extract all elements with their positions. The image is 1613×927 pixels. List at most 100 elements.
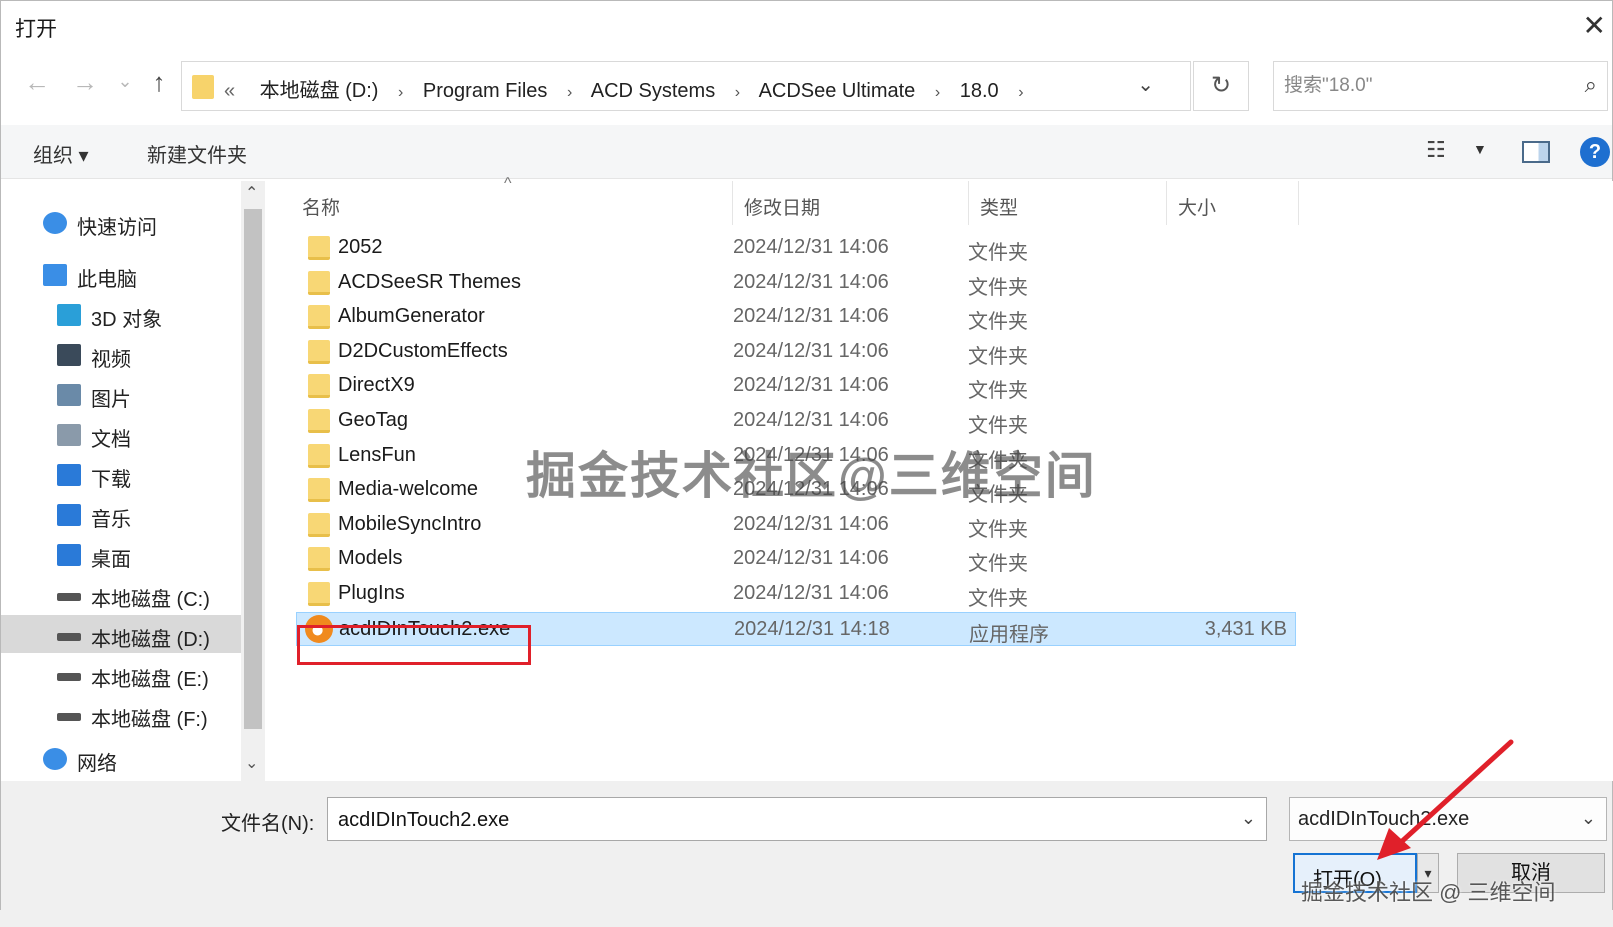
star-icon [43,212,67,234]
sidebar-item[interactable]: 下载 [1,455,241,493]
table-row[interactable]: DirectX9 2024/12/31 14:06 文件夹 [296,369,1296,403]
search-box[interactable]: ⌕ [1273,61,1608,111]
file-name: D2DCustomEffects [338,339,508,362]
sidebar-item[interactable]: 本地磁盘 (D:) [1,615,241,653]
sidebar-item[interactable]: 网络 [1,739,241,777]
breadcrumb-drive-d[interactable]: 本地磁盘 (D:) [260,80,379,102]
filename-combobox[interactable]: ⌄ [327,797,1267,841]
window-title: 打开 [15,18,57,41]
computer-icon [43,264,67,286]
column-header-modified[interactable]: 修改日期 [744,193,820,220]
column-divider[interactable] [1298,181,1299,225]
sidebar-item-label: 此电脑 [77,269,137,291]
chevron-down-icon[interactable]: ⌄ [1581,808,1596,829]
sidebar-item-label: 本地磁盘 (F:) [91,709,208,731]
drive-icon [57,713,81,721]
highlight-annotation-box [297,625,531,665]
file-modified-date: 2024/12/31 14:18 [734,617,890,640]
new-folder-button[interactable]: 新建文件夹 [147,139,247,168]
arrow-annotation-icon [1377,739,1514,860]
breadcrumb-separator[interactable]: › [935,84,940,101]
file-name: AlbumGenerator [338,305,485,328]
scroll-up-icon[interactable]: ⌃ [245,183,258,203]
file-size: 3,431 KB [1204,617,1287,640]
address-bar[interactable]: « › 本地磁盘 (D:) › Program Files › ACD Syst… [181,61,1191,111]
breadcrumb-overflow-icon[interactable]: « [224,80,235,102]
column-divider[interactable] [1166,181,1167,225]
table-row[interactable]: 2052 2024/12/31 14:06 文件夹 [296,231,1296,265]
sidebar-item-label: 本地磁盘 (D:) [91,629,210,651]
table-row[interactable]: MobileSyncIntro 2024/12/31 14:06 文件夹 [296,508,1296,542]
breadcrumb-18-0[interactable]: 18.0 [960,80,999,102]
recent-locations-icon[interactable]: ⌄ [107,71,143,92]
chevron-down-icon[interactable]: ⌄ [1137,72,1154,97]
navigation-pane: 快速访问此电脑 3D 对象视频图片文档 下载 音乐 桌面本地磁盘 (C:) 本地磁盘 (D… [1,181,266,781]
column-divider[interactable] [732,181,733,225]
sidebar-item[interactable]: 本地磁盘 (F:) [1,695,241,733]
scroll-thumb[interactable] [244,209,262,729]
sidebar-item-label: 视频 [91,349,131,371]
column-header-name[interactable]: 名称 [302,193,340,220]
nav-scrollbar[interactable]: ⌃ ⌄ [241,181,265,781]
view-dropdown-icon[interactable]: ▼ [1473,141,1487,157]
folder-icon [308,305,330,330]
file-name: Media-welcome [338,478,479,501]
sidebar-item-label: 图片 [91,389,131,411]
folder-icon [308,409,330,433]
breadcrumb-separator[interactable]: › [567,84,572,101]
back-icon[interactable]: ← [19,67,55,98]
file-type: 文件夹 [968,380,1028,403]
sidebar-item[interactable]: 此电脑 [1,255,241,293]
sidebar-item[interactable]: 本地磁盘 (C:) [1,575,241,613]
view-options-icon[interactable]: ☷ [1426,137,1446,163]
file-name: DirectX9 [338,374,415,397]
refresh-icon[interactable]: ↻ [1193,61,1249,111]
table-row[interactable]: PlugIns 2024/12/31 14:06 文件夹 [296,577,1296,611]
sidebar-item-label: 3D 对象 [91,309,163,331]
breadcrumb-acdsee-ultimate[interactable]: ACDSee Ultimate [759,80,916,102]
up-icon[interactable]: ↑ [141,67,177,98]
file-type: 文件夹 [968,415,1028,437]
breadcrumb-acd-systems[interactable]: ACD Systems [591,80,715,102]
sidebar-item[interactable]: 本地磁盘 (E:) [1,655,241,693]
search-input[interactable] [1282,70,1552,102]
sidebar-item[interactable]: 音乐 [1,495,241,533]
filename-input[interactable] [336,806,1216,834]
sidebar-item[interactable]: 视频 [1,335,241,373]
sidebar-item[interactable]: 快速访问 [1,203,241,241]
table-row[interactable]: AlbumGenerator 2024/12/31 14:06 文件夹 [296,300,1296,334]
table-row[interactable]: D2DCustomEffects 2024/12/31 14:06 文件夹 [296,335,1296,369]
close-icon[interactable]: ✕ [1583,9,1606,42]
help-icon[interactable]: ? [1580,137,1610,167]
organize-button[interactable]: 组织 ▾ [33,139,89,168]
open-file-dialog: 打开 ✕ ← → ⌄ ↑ « › 本地磁盘 (D:) › Program Fil… [0,0,1613,911]
breadcrumb-separator[interactable]: › [398,84,403,101]
file-name: 2052 [338,236,383,258]
file-name: ACDSeeSR Themes [338,270,522,293]
file-modified-date: 2024/12/31 14:06 [733,409,889,431]
sidebar-item[interactable]: 文档 [1,415,241,453]
table-row[interactable]: GeoTag 2024/12/31 14:06 文件夹 [296,404,1296,438]
chevron-down-icon[interactable]: ⌄ [1241,808,1256,829]
sidebar-item[interactable]: 桌面 [1,535,241,573]
column-header-size[interactable]: 大小 [1178,193,1216,220]
file-type: 文件夹 [968,276,1028,299]
file-modified-date: 2024/12/31 14:06 [733,339,889,362]
sidebar-item[interactable]: 图片 [1,375,241,413]
scroll-down-icon[interactable]: ⌄ [245,753,258,773]
column-header-type[interactable]: 类型 [980,193,1018,220]
breadcrumb-separator[interactable]: › [1018,84,1023,101]
preview-pane-icon[interactable] [1522,141,1550,163]
table-row[interactable]: ACDSeeSR Themes 2024/12/31 14:06 文件夹 [296,266,1296,300]
sidebar-item-label: 本地磁盘 (C:) [91,589,210,611]
table-row[interactable]: Models 2024/12/31 14:06 文件夹 [296,542,1296,576]
breadcrumb-program-files[interactable]: Program Files [423,80,547,102]
column-divider[interactable] [968,181,969,225]
forward-icon[interactable]: → [67,67,103,98]
file-modified-date: 2024/12/31 14:06 [733,374,889,397]
search-icon[interactable]: ⌕ [1585,72,1597,98]
breadcrumb-separator[interactable]: › [735,84,740,101]
file-type: 应用程序 [969,623,1049,646]
file-name: PlugIns [338,582,405,604]
sidebar-item[interactable]: 3D 对象 [1,295,241,333]
